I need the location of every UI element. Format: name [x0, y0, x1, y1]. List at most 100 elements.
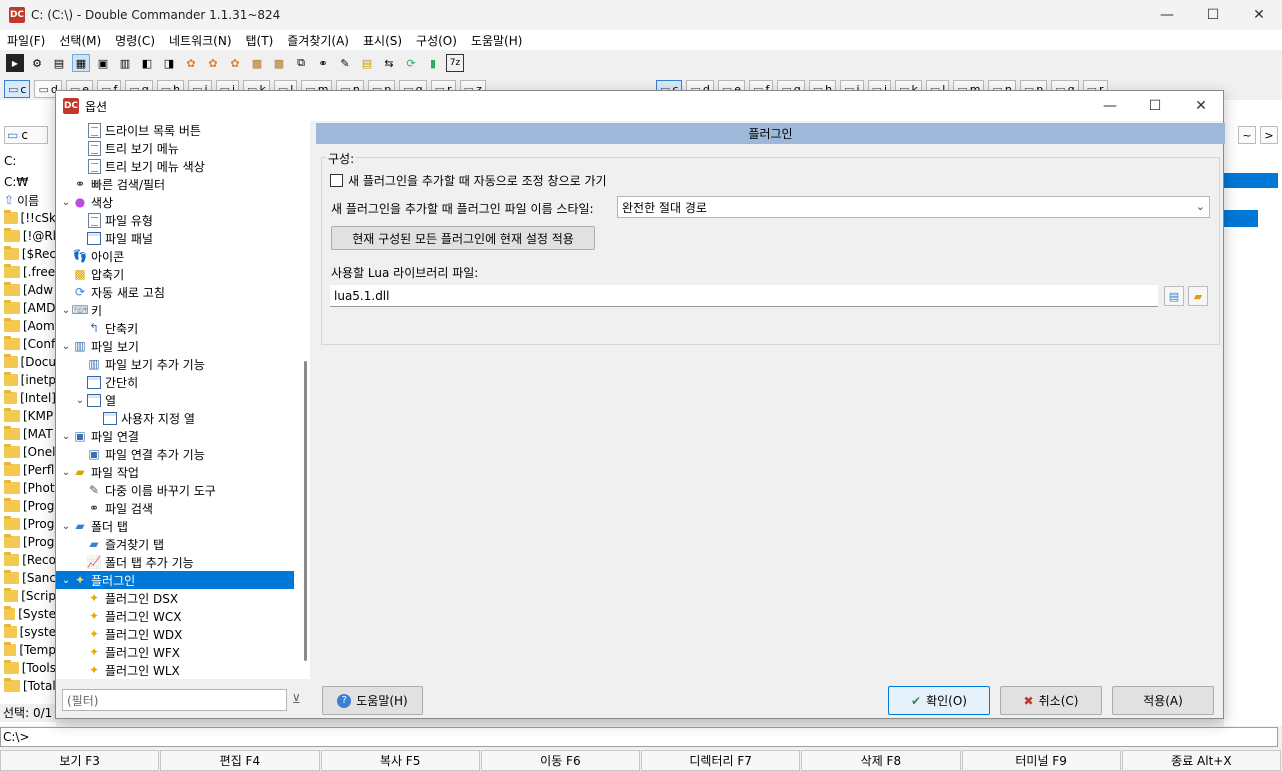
- expand-chevron-icon[interactable]: ⌄: [60, 467, 72, 478]
- file-row[interactable]: [Temp: [0, 641, 56, 659]
- file-row[interactable]: [Intel]: [0, 389, 56, 407]
- tree-item[interactable]: ⌄ ▰ 파일 작업: [56, 463, 139, 481]
- function-key-button[interactable]: 편집 F4: [160, 750, 320, 771]
- rename-icon[interactable]: ✎: [336, 54, 354, 72]
- tree-scrollbar[interactable]: [302, 121, 310, 679]
- function-key-button[interactable]: 보기 F3: [0, 750, 160, 771]
- sevenzip-icon[interactable]: 7z: [446, 54, 464, 72]
- expand-chevron-icon[interactable]: ⌄: [74, 395, 86, 406]
- file-row[interactable]: [!!cSk: [0, 209, 56, 227]
- next-tab-button[interactable]: >: [1260, 126, 1278, 144]
- file-row[interactable]: [Adw: [0, 281, 56, 299]
- tree-filter-input[interactable]: (필터): [62, 689, 287, 711]
- tree-item[interactable]: 트리 보기 메뉴 색상: [56, 157, 205, 175]
- tree-item[interactable]: ⌄ 열: [56, 391, 116, 409]
- file-row[interactable]: [!@Rl: [0, 227, 56, 245]
- tree-item[interactable]: 📈 폴더 탭 추가 기능: [56, 553, 194, 571]
- tree-item[interactable]: 드라이브 목록 버튼: [56, 121, 201, 139]
- file-row[interactable]: [Prog: [0, 515, 56, 533]
- menu-item[interactable]: 파일(F): [0, 32, 52, 49]
- command-input[interactable]: [0, 727, 1278, 747]
- auto-config-checkbox[interactable]: 새 플러그인을 추가할 때 자동으로 조정 창으로 가기: [330, 172, 607, 189]
- view-right-icon[interactable]: ◨: [160, 54, 178, 72]
- sync-icon[interactable]: ⇆: [380, 54, 398, 72]
- apply-button[interactable]: 적용(A): [1112, 686, 1214, 715]
- unpack-icon[interactable]: ▩: [270, 54, 288, 72]
- file-row[interactable]: [Total: [0, 677, 56, 695]
- tree-item[interactable]: ✦ 플러그인 WCX: [56, 607, 181, 625]
- left-tab[interactable]: ▭ c: [4, 126, 48, 144]
- menu-item[interactable]: 선택(M): [52, 32, 108, 49]
- expand-chevron-icon[interactable]: ⌄: [60, 341, 72, 352]
- invert-select-icon[interactable]: ✿: [226, 54, 244, 72]
- file-row[interactable]: [Reco: [0, 551, 56, 569]
- file-row[interactable]: [AMD: [0, 299, 56, 317]
- update-icon[interactable]: ⟳: [402, 54, 420, 72]
- menu-item[interactable]: 네트워크(N): [162, 32, 239, 49]
- menu-item[interactable]: 도움말(H): [464, 32, 530, 49]
- tree-item[interactable]: ⌄ ✦ 플러그인: [56, 571, 294, 589]
- notepad-icon[interactable]: ▮: [424, 54, 442, 72]
- dialog-minimize-button[interactable]: —: [1087, 91, 1133, 121]
- help-button[interactable]: ? 도움말(H): [322, 686, 423, 715]
- lua-library-input[interactable]: lua5.1.dll: [330, 285, 1158, 307]
- tree-item[interactable]: 👣 아이콘: [56, 247, 125, 265]
- expand-chevron-icon[interactable]: ⌄: [60, 521, 72, 532]
- tree-item[interactable]: ⌄ ⌨ 키: [56, 301, 102, 319]
- tree-item[interactable]: ✎ 다중 이름 바꾸기 도구: [56, 481, 216, 499]
- file-row[interactable]: [$Rec: [0, 245, 56, 263]
- tree-item[interactable]: 트리 보기 메뉴: [56, 139, 179, 157]
- tree-item[interactable]: ▩ 압축기: [56, 265, 124, 283]
- expand-chevron-icon[interactable]: ⌄: [60, 197, 72, 208]
- expand-chevron-icon[interactable]: ⌄: [60, 431, 72, 442]
- tree-item[interactable]: ✦ 플러그인 WDX: [56, 625, 182, 643]
- tree-item[interactable]: ▰ 즐겨찾기 탭: [56, 535, 164, 553]
- file-row[interactable]: [Prog: [0, 533, 56, 551]
- unselect-group-icon[interactable]: ✿: [204, 54, 222, 72]
- tree-item[interactable]: ⚭ 파일 검색: [56, 499, 153, 517]
- filename-style-select[interactable]: 완전한 절대 경로 ⌄: [617, 196, 1210, 218]
- apply-all-plugins-button[interactable]: 현재 구성된 모든 플러그인에 현재 설정 적용: [331, 226, 595, 250]
- tree-item[interactable]: ⌄ ▣ 파일 연결: [56, 427, 139, 445]
- file-row[interactable]: [Scrip: [0, 587, 56, 605]
- view-left-icon[interactable]: ◧: [138, 54, 156, 72]
- thumbnail-view-icon[interactable]: ▣: [94, 54, 112, 72]
- flat-view-icon[interactable]: ▥: [116, 54, 134, 72]
- function-key-button[interactable]: 이동 F6: [480, 750, 640, 771]
- clear-filter-icon[interactable]: ⊻: [292, 692, 308, 708]
- path-combo[interactable]: C:: [0, 152, 56, 170]
- tree-item[interactable]: 사용자 지정 열: [56, 409, 195, 427]
- dialog-maximize-button[interactable]: ☐: [1132, 91, 1178, 121]
- folder-open-icon[interactable]: ▰: [1188, 286, 1208, 306]
- right-selected-row[interactable]: [1224, 210, 1258, 227]
- file-row[interactable]: [Onel: [0, 443, 56, 461]
- ok-button[interactable]: ✔ 확인(O): [888, 686, 990, 715]
- gear-icon[interactable]: ⚙: [28, 54, 46, 72]
- function-key-button[interactable]: 디렉터리 F7: [641, 750, 801, 771]
- tab-list-button[interactable]: ~: [1238, 126, 1256, 144]
- column-header-name[interactable]: ⇧ 이름: [0, 191, 56, 209]
- expand-chevron-icon[interactable]: ⌄: [60, 575, 72, 586]
- file-row[interactable]: [Phot: [0, 479, 56, 497]
- menu-item[interactable]: 명령(C): [108, 32, 162, 49]
- checkbox-box[interactable]: [330, 174, 343, 187]
- up-arrow-icon[interactable]: ⇧: [4, 193, 14, 207]
- full-view-icon[interactable]: ▦: [72, 54, 90, 72]
- tree-item[interactable]: ▣ 파일 연결 추가 기능: [56, 445, 204, 463]
- file-row[interactable]: [syste: [0, 623, 56, 641]
- tree-item[interactable]: ⚭ 빠른 검색/필터: [56, 175, 165, 193]
- terminal-icon[interactable]: ▶: [6, 54, 24, 72]
- tree-item[interactable]: ⌄ ▥ 파일 보기: [56, 337, 139, 355]
- tree-item[interactable]: ⟳ 자동 새로 고침: [56, 283, 165, 301]
- file-row[interactable]: [Docu: [0, 353, 56, 371]
- tree-item[interactable]: ↰ 단축키: [56, 319, 138, 337]
- close-button[interactable]: ✕: [1236, 0, 1282, 30]
- compare-icon[interactable]: ⧉: [292, 54, 310, 72]
- select-group-icon[interactable]: ✿: [182, 54, 200, 72]
- expand-chevron-icon[interactable]: ⌄: [60, 305, 72, 316]
- brief-view-icon[interactable]: ▤: [50, 54, 68, 72]
- tree-item[interactable]: 파일 유형: [56, 211, 153, 229]
- file-row[interactable]: [Prog: [0, 497, 56, 515]
- binoculars-icon[interactable]: ⚭: [314, 54, 332, 72]
- tree-item[interactable]: 간단히: [56, 373, 138, 391]
